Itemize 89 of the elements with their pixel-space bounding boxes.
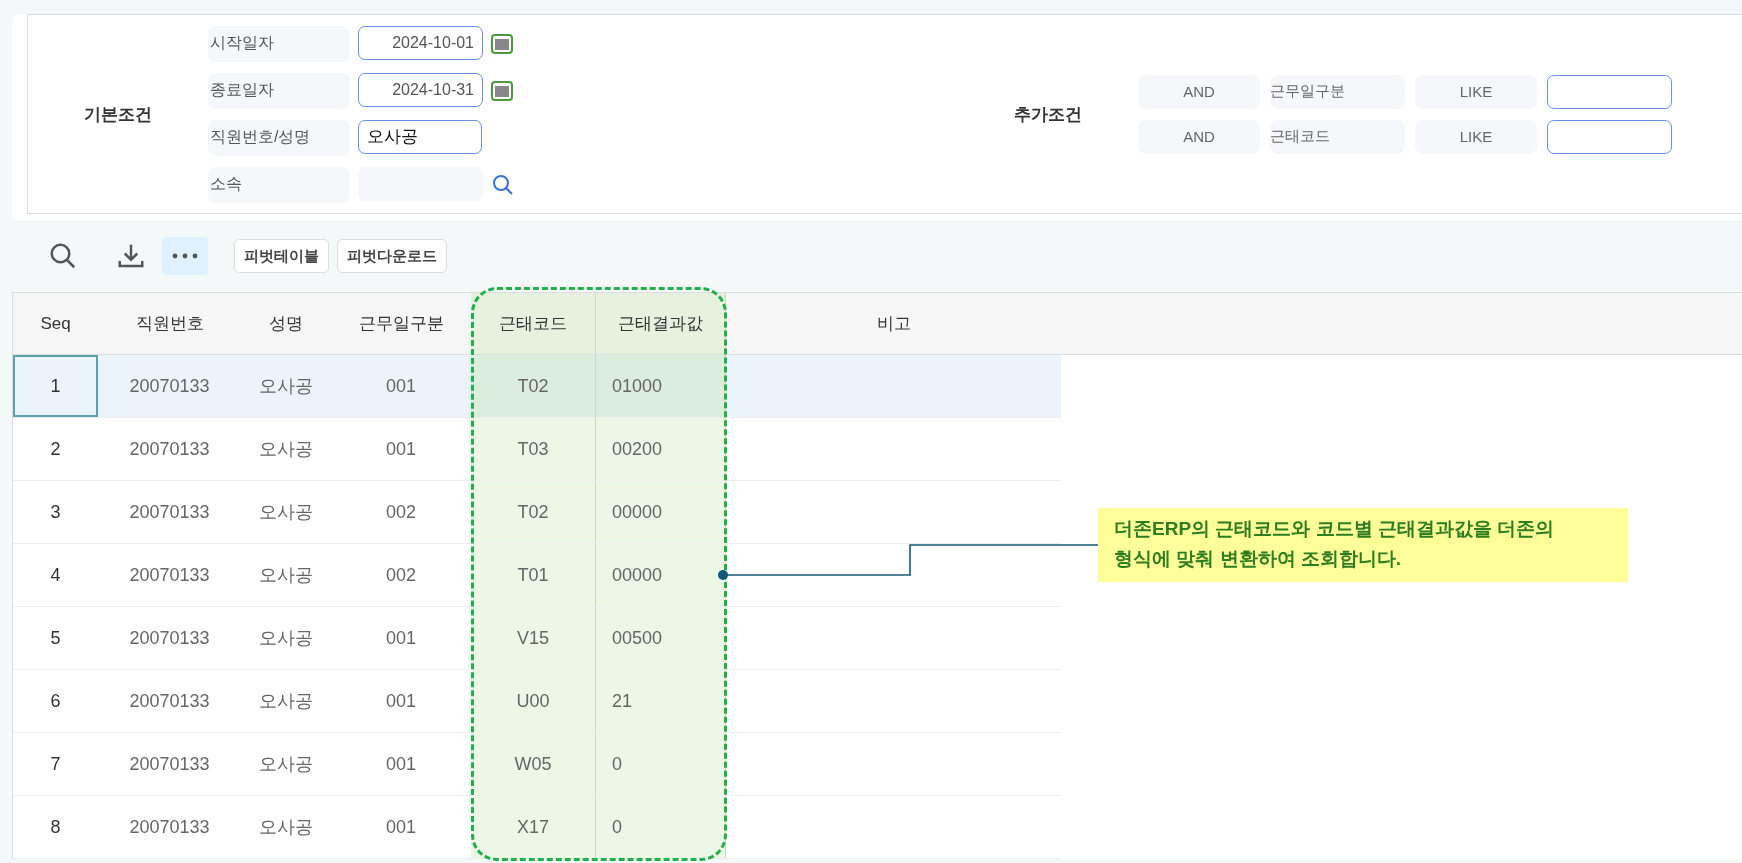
table-cell: X17 (471, 796, 596, 858)
table-cell-text: 002 (384, 563, 417, 587)
match-chip[interactable]: LIKE (1415, 119, 1537, 154)
field-label: 시작일자 (208, 25, 350, 62)
table-cell: 21 (596, 670, 726, 732)
table-cell-text: 오사공 (258, 438, 314, 461)
column-header[interactable]: 비고 (726, 293, 1061, 354)
table-cell-text: 001 (384, 626, 417, 650)
table-cell: 0 (596, 733, 726, 795)
table-cell-text: 001 (384, 437, 417, 461)
table-cell-text: 2 (49, 437, 62, 461)
search-icon[interactable] (48, 241, 78, 271)
table-cell-text: 4 (49, 563, 62, 587)
condition-field[interactable]: 근무일구분 (1270, 74, 1405, 109)
table-cell-text: 7 (49, 752, 62, 776)
table-cell: W05 (471, 733, 596, 795)
table-cell-text: 오사공 (258, 564, 314, 587)
callout-note: 더존ERP의 근태코드와 코드별 근태결과값을 더존의 형식에 맞춰 변환하여 조회합니다. (1098, 508, 1628, 582)
date-field[interactable]: 2024-10-31 (358, 72, 483, 107)
table-cell-text: 20070133 (128, 374, 211, 398)
table-cell-text: 20070133 (128, 437, 211, 461)
table-cell-text: 오사공 (258, 690, 314, 713)
toolbar-button[interactable]: 피벗테이블 (234, 239, 329, 273)
table-cell-text: 5 (49, 626, 62, 650)
table-cell-text: 002 (384, 500, 417, 524)
table-cell: T01 (471, 544, 596, 606)
table-cell: 1 (13, 355, 98, 417)
table-cell: 00000 (596, 544, 726, 606)
input-field[interactable]: 오사공 (358, 119, 482, 154)
table-cell-text: 001 (384, 815, 417, 839)
table-row[interactable]: 4 20070133 오사공 002 T01 00000 (13, 544, 1061, 607)
column-header[interactable]: 직원번호 (98, 293, 241, 354)
column-header[interactable]: 근태코드 (471, 293, 596, 354)
toolbar-button[interactable]: 피벗다운로드 (337, 239, 447, 273)
operator-chip[interactable]: AND (1138, 74, 1260, 109)
table-cell-text: 001 (384, 689, 417, 713)
table-cell: T02 (471, 481, 596, 543)
condition-field[interactable]: 근태코드 (1270, 119, 1405, 154)
field-label: 직원번호/성명 (208, 119, 350, 156)
table-cell: 00200 (596, 418, 726, 480)
table-cell-text: 20070133 (128, 500, 211, 524)
table-cell-text: 20070133 (128, 626, 211, 650)
column-header[interactable]: 근무일구분 (331, 293, 471, 354)
table-cell-text: 오사공 (258, 816, 314, 839)
field-label: 종료일자 (208, 72, 350, 109)
column-header[interactable]: Seq (13, 293, 98, 354)
table-cell-text: 001 (384, 374, 417, 398)
table-cell-text: 6 (49, 689, 62, 713)
more-button[interactable] (162, 237, 208, 275)
table-cell: 0 (596, 796, 726, 858)
table-cell-text: 8 (49, 815, 62, 839)
more-icon (172, 253, 198, 259)
table-cell-text: 3 (49, 500, 62, 524)
input-field[interactable] (1547, 119, 1672, 154)
group-title: 추가조건 (1013, 103, 1083, 126)
table-row[interactable]: 5 20070133 오사공 001 V15 00500 (13, 607, 1061, 670)
table-cell: U00 (471, 670, 596, 732)
table-cell: T02 (471, 355, 596, 417)
field-label: 소속 (208, 166, 350, 203)
table-cell-text: 20070133 (128, 815, 211, 839)
table-cell: V15 (471, 607, 596, 669)
table-cell: T03 (471, 418, 596, 480)
table-cell-text: 20070133 (128, 752, 211, 776)
table-row[interactable]: 2 20070133 오사공 001 T03 00200 (13, 418, 1061, 481)
table-cell-text: 20070133 (128, 563, 211, 587)
table-row[interactable]: 6 20070133 오사공 001 U00 21 (13, 670, 1061, 733)
table-cell-text: 20070133 (128, 689, 211, 713)
input-field[interactable] (1547, 74, 1672, 109)
table-row[interactable]: 3 20070133 오사공 002 T02 00000 (13, 481, 1061, 544)
table-cell: 01000 (596, 355, 726, 417)
table-cell-text: 001 (384, 752, 417, 776)
table-row[interactable]: 8 20070133 오사공 001 X17 0 (13, 796, 1061, 859)
operator-chip[interactable]: AND (1138, 119, 1260, 154)
search-icon[interactable] (491, 172, 515, 197)
table-row[interactable]: 7 20070133 오사공 001 W05 0 (13, 733, 1061, 796)
calendar-icon[interactable] (491, 80, 513, 101)
table-cell-text: 오사공 (258, 501, 314, 524)
table-cell: 00500 (596, 607, 726, 669)
table-row[interactable]: 1 20070133 오사공 001 T02 01000 (13, 355, 1061, 418)
column-header[interactable]: 성명 (241, 293, 331, 354)
column-header[interactable]: 근태결과값 (596, 293, 726, 354)
group-title: 기본조건 (83, 103, 153, 126)
table-cell-text: 오사공 (258, 627, 314, 650)
calendar-icon[interactable] (491, 33, 513, 54)
match-chip[interactable]: LIKE (1415, 74, 1537, 109)
table-cell-text: 오사공 (258, 753, 314, 776)
date-field[interactable]: 2024-10-01 (358, 25, 483, 60)
table-cell-text: 오사공 (258, 375, 314, 398)
table-cell: 00000 (596, 481, 726, 543)
